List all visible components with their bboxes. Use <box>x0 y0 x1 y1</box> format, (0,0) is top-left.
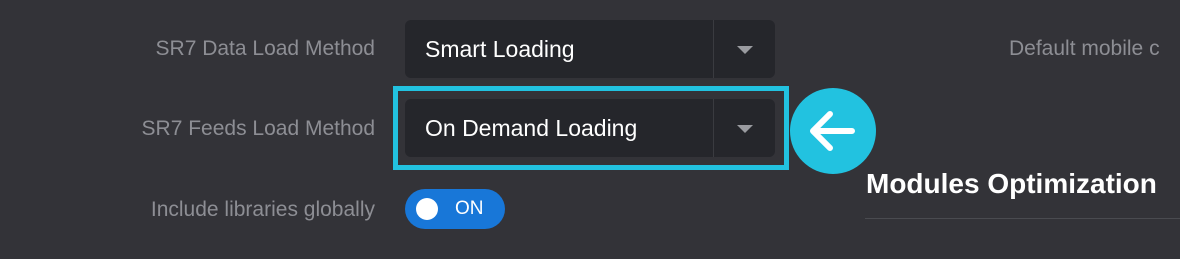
include-libraries-label: Include libraries globally <box>150 198 375 221</box>
data-load-method-select[interactable]: Smart Loading <box>405 20 775 78</box>
toggle-knob <box>416 198 438 220</box>
chevron-down-icon[interactable] <box>737 125 753 133</box>
modules-optimization-title: Modules Optimization <box>866 168 1157 199</box>
include-libraries-toggle[interactable]: ON <box>405 189 505 229</box>
feeds-load-method-value: On Demand Loading <box>425 115 638 141</box>
arrow-left-icon-graphic <box>810 111 855 151</box>
feeds-load-method-label: SR7 Feeds Load Method <box>141 117 375 140</box>
default-mobile-label: Default mobile c <box>1009 37 1160 60</box>
toggle-state-text: ON <box>455 198 484 219</box>
feeds-load-method-select[interactable]: On Demand Loading <box>405 99 775 157</box>
chevron-down-icon[interactable] <box>737 46 753 54</box>
data-load-method-value: Smart Loading <box>425 36 575 62</box>
select-divider <box>713 99 714 157</box>
arrow-left-icon <box>790 88 876 174</box>
data-load-method-label: SR7 Data Load Method <box>155 37 375 60</box>
section-divider <box>865 218 1180 219</box>
select-divider <box>713 20 714 78</box>
